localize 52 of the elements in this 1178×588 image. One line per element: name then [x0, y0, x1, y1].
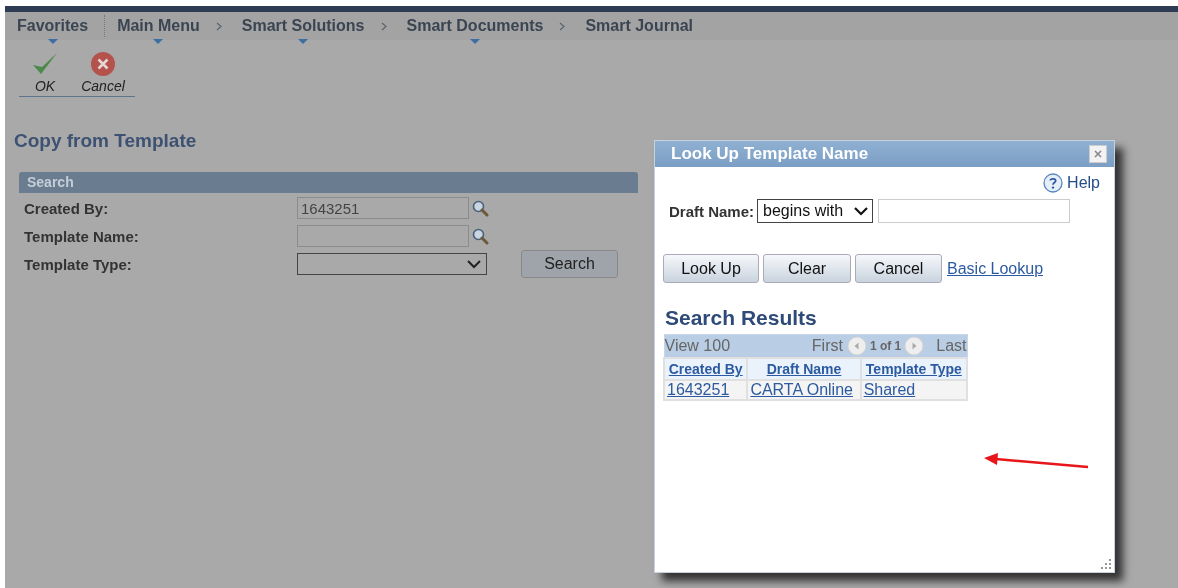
field-label: Created By: [24, 199, 110, 217]
clear-button[interactable]: Clear [763, 254, 851, 283]
x-circle-icon [88, 50, 118, 78]
chevron-down-icon [854, 206, 869, 216]
search-button[interactable]: Search [521, 250, 618, 278]
page-count: 1 of 1 [869, 339, 902, 353]
cancel-button[interactable]: Cancel [855, 254, 942, 283]
text-field[interactable] [297, 225, 469, 247]
dropdown-arrow-icon[interactable] [298, 39, 309, 44]
draft-name-field[interactable] [878, 199, 1071, 223]
help-link[interactable]: Help [1043, 173, 1100, 193]
close-icon [1093, 149, 1103, 159]
text-field[interactable]: 1643251 [297, 197, 469, 219]
field-label: Template Name: [24, 227, 140, 245]
field-label: Template Type: [24, 255, 133, 273]
breadcrumb-menu[interactable]: Smart Journal [581, 17, 697, 35]
help-icon [1043, 173, 1064, 193]
dropdown-arrow-icon[interactable] [47, 39, 58, 44]
last-link[interactable]: Last [936, 337, 967, 355]
ok-button[interactable]: OK [19, 50, 71, 94]
breadcrumb-menu[interactable]: Main Menu [113, 17, 204, 44]
next-icon[interactable] [904, 336, 925, 356]
dropdown-arrow-icon[interactable] [153, 39, 164, 44]
chevron-icon [380, 21, 387, 31]
cancel-button[interactable]: Cancel [77, 50, 129, 94]
results-title: Search Results [665, 306, 817, 330]
page-title: Copy from Template [14, 130, 197, 152]
breadcrumb-menu[interactable]: Smart Solutions [237, 17, 369, 44]
basic-lookup-link[interactable]: Basic Lookup [947, 259, 1044, 278]
look-up-button[interactable]: Look Up [663, 254, 759, 283]
field-label: Draft Name: [669, 202, 755, 220]
operator-dropdown[interactable]: begins with [757, 199, 874, 223]
chevron-icon [215, 21, 222, 31]
column-header[interactable]: Draft Name [747, 358, 861, 380]
breadcrumb-menu[interactable]: Smart Documents [402, 17, 548, 44]
resize-grip-icon[interactable] [1100, 558, 1112, 570]
chevron-icon [559, 21, 566, 31]
search-section-header: Search [19, 172, 638, 193]
close-button[interactable] [1089, 145, 1107, 163]
table-cell-link[interactable]: 1643251 [664, 380, 748, 400]
dialog-title: Look Up Template Name [671, 144, 869, 164]
first-link[interactable]: First [811, 337, 843, 355]
column-header[interactable]: Created By [664, 358, 748, 380]
dropdown-arrow-icon[interactable] [469, 39, 480, 44]
dropdown-field[interactable] [297, 253, 487, 275]
search-icon[interactable] [472, 199, 489, 217]
view-all-link[interactable]: View 100 [664, 337, 731, 355]
previous-icon[interactable] [846, 336, 867, 356]
column-header[interactable]: Template Type [860, 358, 967, 380]
search-icon[interactable] [472, 227, 489, 245]
breadcrumb-menu[interactable]: Favorites [13, 17, 93, 44]
chevron-down-icon [467, 259, 481, 269]
